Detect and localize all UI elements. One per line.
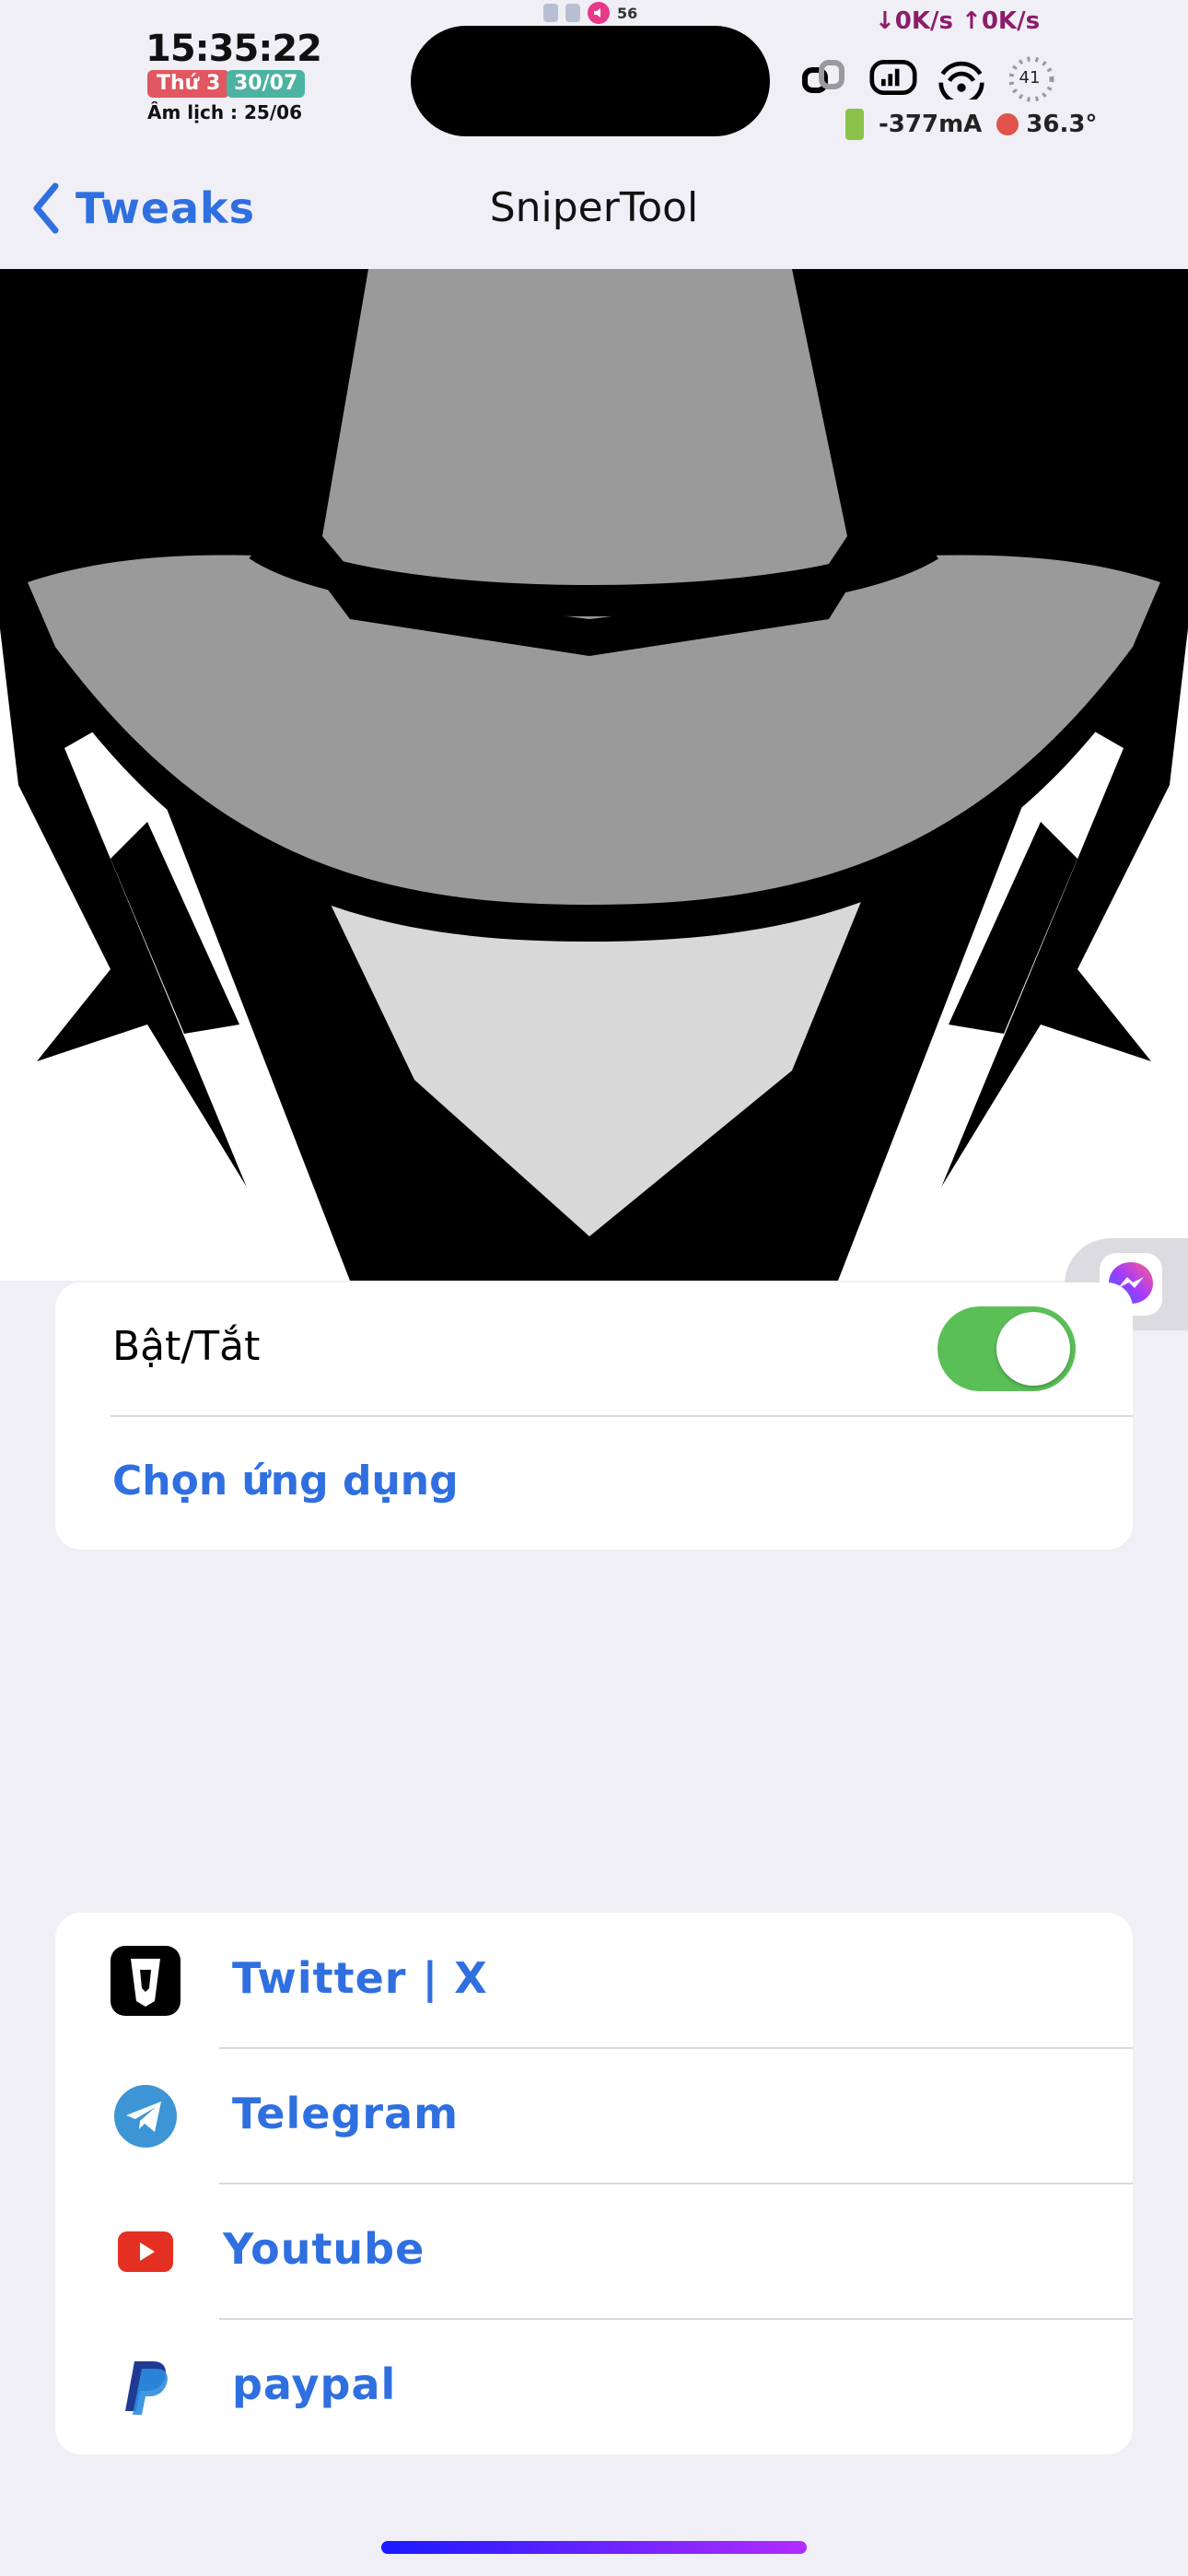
social-row-twitter[interactable]: Twitter | X [55,1913,1133,2048]
settings-card: Bật/Tắt Chọn ứng dụng [55,1282,1133,1550]
date-badge: 30/07 [227,70,306,98]
youtube-icon [111,2217,181,2287]
spy-illustration [0,269,1188,1281]
battery-info: -377mA 36.3° [845,109,1097,140]
header-banner-image [0,269,1188,1281]
phone-icon [565,4,580,22]
wifi-icon [938,53,985,101]
sim-icon [543,4,558,22]
battery-icon [845,109,864,140]
choose-app-row[interactable]: Chọn ứng dụng [55,1417,1133,1550]
social-label-paypal: paypal [232,2359,397,2409]
signal-icon [869,53,917,101]
top-mini-indicators: 56 [543,2,637,24]
toggle-row: Bật/Tắt [55,1282,1133,1417]
weekday-badge: Thứ 3 [147,70,230,98]
ring-value: 41 [1019,67,1041,88]
system-icons: 41 [801,53,1054,102]
social-label-twitter: Twitter | X [232,1953,488,2003]
social-row-telegram[interactable]: Telegram [55,2048,1133,2184]
status-time: 15:35:22 [146,28,322,70]
social-links-card: Twitter | X Telegram Youtube paypal [55,1913,1133,2454]
dynamic-island [411,26,770,136]
volume-level: 56 [617,4,638,22]
battery-current: -377mA [879,111,983,138]
choose-app-link[interactable]: Chọn ứng dụng [112,1458,459,1505]
toggle-knob [996,1312,1070,1386]
network-speed: ↓0K/s ↑0K/s [875,7,1041,35]
volume-icon [588,2,610,24]
status-bar: 15:35:22 Thứ 3 30/07 Âm lịch : 25/06 56 … [0,0,1188,157]
social-row-paypal[interactable]: paypal [55,2319,1133,2454]
page-title: SniperTool [489,184,699,231]
thermometer-icon [996,113,1019,135]
progress-ring-icon: 41 [1006,53,1054,102]
lunar-date: Âm lịch : 25/06 [147,101,302,123]
link-icon [801,53,849,101]
twitter-x-icon [111,1946,181,2016]
temperature: 36.3° [1026,111,1098,138]
navigation-bar: Tweaks SniperTool [0,157,1188,267]
telegram-icon [111,2081,181,2151]
paypal-icon [111,2352,181,2422]
toggle-label: Bật/Tắt [112,1323,261,1370]
enable-toggle[interactable] [938,1306,1076,1391]
social-label-telegram: Telegram [232,2089,460,2138]
home-indicator[interactable] [381,2541,807,2554]
social-row-youtube[interactable]: Youtube [55,2184,1133,2319]
social-label-youtube: Youtube [223,2224,425,2274]
